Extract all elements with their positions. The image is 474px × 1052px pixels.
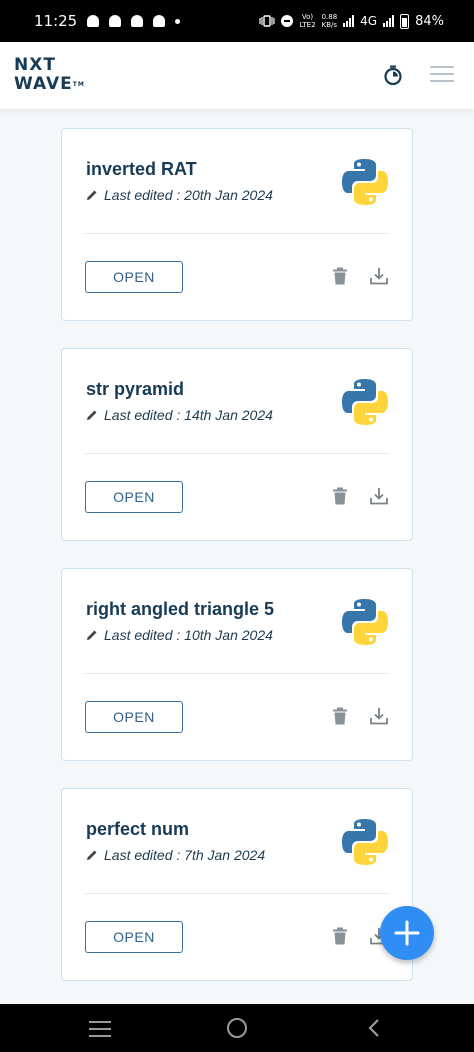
open-button[interactable]: OPEN bbox=[85, 481, 183, 513]
volte-top: Vo) bbox=[301, 13, 314, 21]
logo-line2: WAVETM bbox=[14, 75, 85, 94]
project-list: inverted RAT Last edited : 20th Jan 2024… bbox=[61, 128, 413, 1008]
signal-icon bbox=[343, 15, 355, 27]
status-right: Vo) LTE2 0.88 KB/s 4G 84% bbox=[259, 13, 444, 29]
trash-icon[interactable] bbox=[332, 267, 348, 285]
project-title: str pyramid bbox=[86, 379, 185, 399]
download-icon[interactable] bbox=[369, 706, 389, 726]
network-type: 4G bbox=[360, 14, 378, 28]
snapchat-icon bbox=[153, 15, 166, 27]
last-edited-text: Last edited : 20th Jan 2024 bbox=[104, 187, 273, 203]
last-edited: Last edited : 7th Jan 2024 bbox=[86, 847, 265, 863]
add-project-button[interactable] bbox=[380, 906, 434, 960]
card-divider bbox=[84, 233, 390, 234]
logo-line1: NXT bbox=[14, 55, 56, 75]
more-notifications-icon bbox=[175, 18, 181, 24]
status-bar: 11:25 Vo) LTE2 0.88 KB/s 4G 84% bbox=[0, 0, 474, 42]
trash-icon[interactable] bbox=[332, 487, 348, 505]
menu-icon[interactable] bbox=[430, 66, 454, 84]
vibrate-icon bbox=[259, 15, 276, 27]
signal-icon bbox=[383, 15, 395, 27]
last-edited: Last edited : 10th Jan 2024 bbox=[86, 627, 273, 643]
speed-indicator: 0.88 KB/s bbox=[322, 13, 338, 29]
last-edited: Last edited : 14th Jan 2024 bbox=[86, 407, 273, 423]
timer-icon[interactable] bbox=[382, 64, 404, 86]
open-button[interactable]: OPEN bbox=[85, 921, 183, 953]
card-divider bbox=[84, 673, 390, 674]
project-card: right angled triangle 5 Last edited : 10… bbox=[61, 568, 413, 761]
python-icon bbox=[342, 159, 388, 205]
python-icon bbox=[342, 819, 388, 865]
speed-unit: KB/s bbox=[321, 21, 338, 29]
card-divider bbox=[84, 453, 390, 454]
volte-bottom: LTE2 bbox=[299, 21, 316, 29]
nxtwave-logo[interactable]: NXT WAVETM bbox=[14, 56, 85, 94]
open-button[interactable]: OPEN bbox=[85, 261, 183, 293]
python-icon bbox=[342, 599, 388, 645]
last-edited-text: Last edited : 14th Jan 2024 bbox=[104, 407, 273, 423]
home-icon[interactable] bbox=[227, 1018, 247, 1038]
status-left: 11:25 bbox=[34, 12, 181, 30]
project-card: perfect num Last edited : 7th Jan 2024 O… bbox=[61, 788, 413, 981]
logo-wave: WAVE bbox=[14, 74, 73, 94]
pencil-icon bbox=[87, 850, 97, 860]
project-title: inverted RAT bbox=[86, 159, 197, 179]
download-icon[interactable] bbox=[369, 266, 389, 286]
last-edited-text: Last edited : 10th Jan 2024 bbox=[104, 627, 273, 643]
status-time: 11:25 bbox=[34, 12, 78, 30]
trash-icon[interactable] bbox=[332, 707, 348, 725]
pencil-icon bbox=[87, 410, 97, 420]
system-nav-bar bbox=[0, 1004, 474, 1052]
last-edited-text: Last edited : 7th Jan 2024 bbox=[104, 847, 266, 863]
last-edited: Last edited : 20th Jan 2024 bbox=[86, 187, 273, 203]
project-card: inverted RAT Last edited : 20th Jan 2024… bbox=[61, 128, 413, 321]
project-title: perfect num bbox=[86, 819, 190, 839]
open-button[interactable]: OPEN bbox=[85, 701, 183, 733]
battery-icon bbox=[400, 13, 410, 29]
app-header: NXT WAVETM bbox=[0, 42, 474, 110]
battery-percent: 84% bbox=[415, 13, 444, 29]
plus-icon bbox=[394, 920, 420, 946]
snapchat-icon bbox=[109, 15, 122, 27]
dnd-icon bbox=[281, 15, 294, 27]
logo-tm: TM bbox=[72, 81, 85, 88]
volte-indicator: Vo) LTE2 bbox=[299, 13, 315, 29]
pencil-icon bbox=[87, 190, 97, 200]
project-card: str pyramid Last edited : 14th Jan 2024 … bbox=[61, 348, 413, 541]
snapchat-icon bbox=[87, 15, 100, 27]
recent-apps-icon[interactable] bbox=[89, 1021, 111, 1037]
speed-value: 0.88 bbox=[321, 13, 338, 21]
python-icon bbox=[342, 379, 388, 425]
back-icon[interactable] bbox=[366, 1018, 382, 1038]
download-icon[interactable] bbox=[369, 486, 389, 506]
snapchat-icon bbox=[131, 15, 144, 27]
trash-icon[interactable] bbox=[332, 927, 348, 945]
project-title: right angled triangle 5 bbox=[86, 599, 275, 619]
pencil-icon bbox=[87, 630, 97, 640]
card-divider bbox=[84, 893, 390, 894]
